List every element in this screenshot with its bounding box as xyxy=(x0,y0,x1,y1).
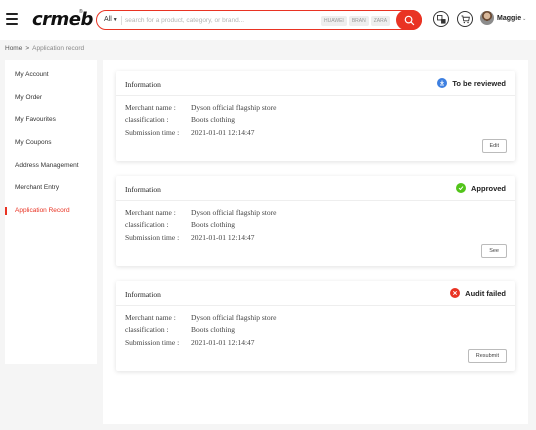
status-text: Audit failed xyxy=(465,288,506,298)
submission-time-row: Submission time : 2021-01-01 12:14:47 xyxy=(125,233,255,242)
language-switch-icon[interactable] xyxy=(433,11,449,27)
hot-tag[interactable]: HUAWEI xyxy=(321,16,347,26)
hot-tag[interactable]: ZARA xyxy=(370,16,391,26)
divider xyxy=(116,200,515,201)
cart-icon xyxy=(460,14,470,23)
status-text: To be reviewed xyxy=(452,78,506,88)
sidebar-item-my-coupons[interactable]: My Coupons xyxy=(15,139,52,146)
search-button[interactable] xyxy=(396,10,422,30)
close-icon xyxy=(450,288,461,298)
username: Maggie xyxy=(497,15,522,22)
field-label: classification : xyxy=(125,220,169,229)
merchant-name-row: Merchant name : Dyson official flagship s… xyxy=(125,313,276,322)
field-label: Merchant name : xyxy=(125,208,176,217)
field-label: Submission time : xyxy=(125,128,180,137)
sidebar-item-application-record[interactable]: Application Record xyxy=(15,207,70,214)
divider xyxy=(116,95,515,96)
sidebar-item-address-management[interactable]: Address Management xyxy=(15,162,79,169)
classification-row: classification : Boots clothing xyxy=(125,220,235,229)
field-value: Dyson official flagship store xyxy=(191,313,277,322)
pending-icon xyxy=(437,78,448,88)
chevron-down-icon: ▼ xyxy=(112,17,118,23)
breadcrumb-current: Application record xyxy=(32,45,85,52)
classification-row: classification : Boots clothing xyxy=(125,325,235,334)
field-label: Merchant name : xyxy=(125,313,176,322)
avatar[interactable] xyxy=(480,11,494,25)
chevron-down-icon: ⌄ xyxy=(522,16,527,22)
menu-icon[interactable] xyxy=(6,13,18,25)
edit-button[interactable]: Edit xyxy=(481,139,507,153)
logo[interactable]: crmeb xyxy=(32,9,93,30)
submission-time-row: Submission time : 2021-01-01 12:14:47 xyxy=(125,128,255,137)
field-label: Merchant name : xyxy=(125,103,176,112)
sidebar-item-my-account[interactable]: My Account xyxy=(15,71,49,78)
merchant-name-row: Merchant name : Dyson official flagship s… xyxy=(125,208,276,217)
translate-icon xyxy=(436,14,446,24)
breadcrumb-separator: > xyxy=(25,45,30,52)
field-value: 2021-01-01 12:14:47 xyxy=(191,233,255,242)
account-sidebar: My Account My Order My Favourites My Cou… xyxy=(5,60,97,364)
application-record-panel: Information To be reviewed Merchant name… xyxy=(103,60,528,424)
merchant-name-row: Merchant name : Dyson official flagship s… xyxy=(125,103,276,112)
field-value: Boots clothing xyxy=(191,325,235,334)
sidebar-item-merchant-entry[interactable]: Merchant Entry xyxy=(15,184,59,191)
top-header: crmeb ® All▼ HUAWEI BRAN ZARA Maggie⌄ xyxy=(0,0,536,40)
search-input[interactable] xyxy=(125,14,285,27)
status-badge: Approved xyxy=(455,183,506,193)
classification-row: classification : Boots clothing xyxy=(125,115,235,124)
card-title: Information xyxy=(125,80,161,89)
card-title: Information xyxy=(125,290,161,299)
field-value: Boots clothing xyxy=(191,115,235,124)
hot-search-tags: HUAWEI BRAN ZARA xyxy=(321,16,391,26)
field-label: Submission time : xyxy=(125,338,180,347)
registered-mark: ® xyxy=(79,9,83,15)
card-title: Information xyxy=(125,185,161,194)
field-value: 2021-01-01 12:14:47 xyxy=(191,338,255,347)
record-card: Information Approved Merchant name : Dyso… xyxy=(116,176,515,266)
search-category-label: All xyxy=(104,16,112,23)
record-card: Information Audit failed Merchant name :… xyxy=(116,281,515,371)
see-button[interactable]: See xyxy=(481,244,507,258)
search-divider xyxy=(121,16,122,25)
divider xyxy=(116,305,515,306)
search-category-select[interactable]: All▼ xyxy=(104,16,118,23)
search-icon xyxy=(404,15,414,25)
cart-button[interactable] xyxy=(457,11,473,27)
sidebar-item-my-favourites[interactable]: My Favourites xyxy=(15,116,56,123)
submission-time-row: Submission time : 2021-01-01 12:14:47 xyxy=(125,338,255,347)
field-label: Submission time : xyxy=(125,233,180,242)
check-icon xyxy=(455,183,466,193)
record-card: Information To be reviewed Merchant name… xyxy=(116,71,515,161)
hot-tag[interactable]: BRAN xyxy=(348,16,369,26)
field-value: Dyson official flagship store xyxy=(191,103,277,112)
breadcrumb-home[interactable]: Home xyxy=(5,45,22,52)
status-badge: To be reviewed xyxy=(437,78,506,88)
field-value: Dyson official flagship store xyxy=(191,208,277,217)
resubmit-button[interactable]: Resubmit xyxy=(467,349,507,363)
field-label: classification : xyxy=(125,325,169,334)
search-bar: All▼ HUAWEI BRAN ZARA xyxy=(96,10,422,30)
status-badge: Audit failed xyxy=(450,288,506,298)
field-label: classification : xyxy=(125,115,169,124)
user-menu[interactable]: Maggie⌄ xyxy=(497,15,526,22)
field-value: Boots clothing xyxy=(191,220,235,229)
breadcrumb: Home > Application record xyxy=(5,45,84,52)
status-text: Approved xyxy=(470,183,506,193)
field-value: 2021-01-01 12:14:47 xyxy=(191,128,255,137)
active-indicator xyxy=(5,207,7,215)
sidebar-item-my-order[interactable]: My Order xyxy=(15,94,42,101)
